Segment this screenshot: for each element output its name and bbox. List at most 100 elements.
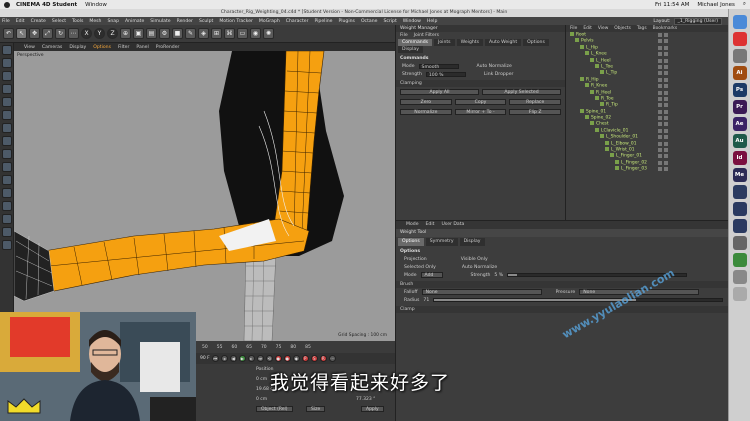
weight-tag-icon[interactable] (664, 148, 668, 153)
brush-fold[interactable]: Brush (396, 281, 728, 288)
array-icon[interactable]: ⊞ (211, 28, 222, 39)
visibility-dot-icon[interactable] (658, 45, 662, 50)
menu-item[interactable]: Create (31, 19, 46, 24)
weight-tag-icon[interactable] (664, 167, 668, 172)
om-objects-menu[interactable]: Objects (614, 25, 631, 32)
attr-mode-menu[interactable]: Mode (406, 221, 419, 229)
render-picture-icon[interactable]: ▤ (146, 28, 157, 39)
3d-viewport[interactable]: Perspective Grid Spacing : 100 cm (14, 51, 395, 341)
visibility-dot-icon[interactable] (658, 160, 662, 165)
points-mode-icon[interactable] (1, 84, 12, 94)
cinema4d-r2-icon[interactable] (732, 202, 747, 216)
coord-z[interactable]: 0 cm (256, 397, 267, 402)
camera-icon[interactable]: ◉ (250, 28, 261, 39)
tab-options[interactable]: Options (523, 39, 549, 46)
coordinate-system-icon[interactable]: ⊕ (120, 28, 131, 39)
clamp-fold[interactable]: Clamp (396, 306, 728, 313)
wm-auto-normalize-label[interactable]: Auto Normalize (477, 64, 512, 69)
menu-item[interactable]: Help (427, 19, 437, 24)
weight-tag-icon[interactable] (664, 71, 668, 76)
object-name[interactable]: L_Wrist_01 (611, 148, 635, 153)
projection-label[interactable]: Projection (404, 257, 427, 262)
paint-icon[interactable] (1, 188, 12, 198)
object-name[interactable]: L_Heel (596, 58, 611, 63)
visibility-dot-icon[interactable] (658, 128, 662, 133)
cinema4d-r3-icon[interactable] (732, 219, 747, 233)
viewport-menu-cameras[interactable]: Cameras (42, 45, 62, 50)
weight-tag-icon[interactable] (664, 122, 668, 127)
chrome-icon[interactable] (732, 32, 747, 46)
selected-only-label[interactable]: Selected Only (404, 265, 436, 270)
visibility-dot-icon[interactable] (658, 109, 662, 114)
mode-dropdown[interactable]: Add (420, 272, 443, 278)
bind-icon[interactable] (1, 240, 12, 250)
menu-item[interactable]: File (2, 19, 10, 24)
visibility-dot-icon[interactable] (658, 77, 662, 82)
z-axis-toggle[interactable]: Z (107, 28, 118, 39)
visibility-dot-icon[interactable] (658, 64, 662, 69)
tab-display[interactable]: Display (459, 238, 485, 246)
attr-edit-menu[interactable]: Edit (426, 221, 435, 229)
position-key-icon[interactable]: P (301, 355, 309, 362)
object-name[interactable]: Chest (596, 122, 609, 127)
visibility-dot-icon[interactable] (658, 90, 662, 95)
tweak-mode-icon[interactable] (1, 136, 12, 146)
light-icon[interactable]: ✺ (263, 28, 274, 39)
visibility-dot-icon[interactable] (658, 103, 662, 108)
object-name[interactable]: L_Knee (591, 52, 607, 57)
object-name[interactable]: L_Toe (601, 64, 613, 69)
sync-icon[interactable] (732, 49, 747, 63)
y-axis-toggle[interactable]: Y (94, 28, 105, 39)
app-menu[interactable]: CINEMA 4D Student (16, 2, 77, 8)
render-view-icon[interactable]: ▣ (133, 28, 144, 39)
radius-slider[interactable] (433, 298, 724, 302)
object-name[interactable]: Spine_02 (591, 116, 611, 121)
weight-tag-icon[interactable] (664, 135, 668, 140)
record-icon[interactable]: ● (274, 355, 282, 362)
go-to-start-icon[interactable]: ⏮ (211, 355, 219, 362)
aftereffects-icon[interactable]: Ae (732, 117, 747, 131)
subdivision-icon[interactable]: ◈ (198, 28, 209, 39)
weight-tag-icon[interactable] (664, 154, 668, 159)
menu-item[interactable]: Simulate (150, 19, 170, 24)
tab-symmetry[interactable]: Symmetry (425, 238, 458, 246)
visibility-dot-icon[interactable] (658, 154, 662, 159)
weight-tag-icon[interactable] (664, 64, 668, 69)
end-frame-field[interactable]: 90 F (200, 356, 210, 361)
wm-strength-field[interactable]: 100 % (425, 71, 466, 78)
radius-value[interactable]: 71 (423, 298, 429, 303)
mirror-dropdown[interactable]: Mirror + To - (454, 109, 507, 115)
weight-tag-icon[interactable] (664, 39, 668, 44)
x-axis-toggle[interactable]: X (81, 28, 92, 39)
object-name[interactable]: L_Elbow_01 (611, 141, 636, 146)
normalize-button[interactable]: Normalize (400, 109, 452, 115)
model-mode-icon[interactable] (1, 45, 12, 55)
trash-icon[interactable] (732, 287, 747, 301)
weight-tag-icon[interactable] (664, 103, 668, 108)
menu-item[interactable]: Edit (16, 19, 25, 24)
texture-mode-icon[interactable] (1, 58, 12, 68)
indesign-icon[interactable]: Id (732, 151, 747, 165)
om-file-menu[interactable]: File (570, 25, 577, 32)
visibility-dot-icon[interactable] (658, 116, 662, 121)
menu-item[interactable]: Render (177, 19, 193, 24)
edges-mode-icon[interactable] (1, 97, 12, 107)
viewport-menu-prorender[interactable]: ProRender (156, 45, 180, 50)
size-dropdown[interactable]: Size (306, 406, 326, 412)
zero-button[interactable]: Zero (400, 99, 452, 105)
object-name[interactable]: L_Finger_03 (621, 167, 647, 172)
scale-key-icon[interactable]: S (310, 355, 318, 362)
photoshop-icon[interactable]: Ps (732, 83, 747, 97)
apply-all-button[interactable]: Apply All (400, 89, 479, 95)
tab-display[interactable]: Display (398, 46, 423, 53)
coord-x[interactable]: 0 cm (256, 377, 267, 382)
autokey-icon[interactable]: ● (283, 355, 291, 362)
menu-item[interactable]: Plugins (338, 19, 354, 24)
om-tags-menu[interactable]: Tags (637, 25, 647, 32)
move-icon[interactable]: ✥ (29, 28, 40, 39)
object-name[interactable]: R_Tip (606, 103, 618, 108)
object-name[interactable]: L_Hip (586, 45, 598, 50)
bridge-icon[interactable] (732, 236, 747, 250)
auto-normalize-label[interactable]: Auto Normalize (462, 265, 497, 270)
weight-tag-icon[interactable] (664, 128, 668, 133)
